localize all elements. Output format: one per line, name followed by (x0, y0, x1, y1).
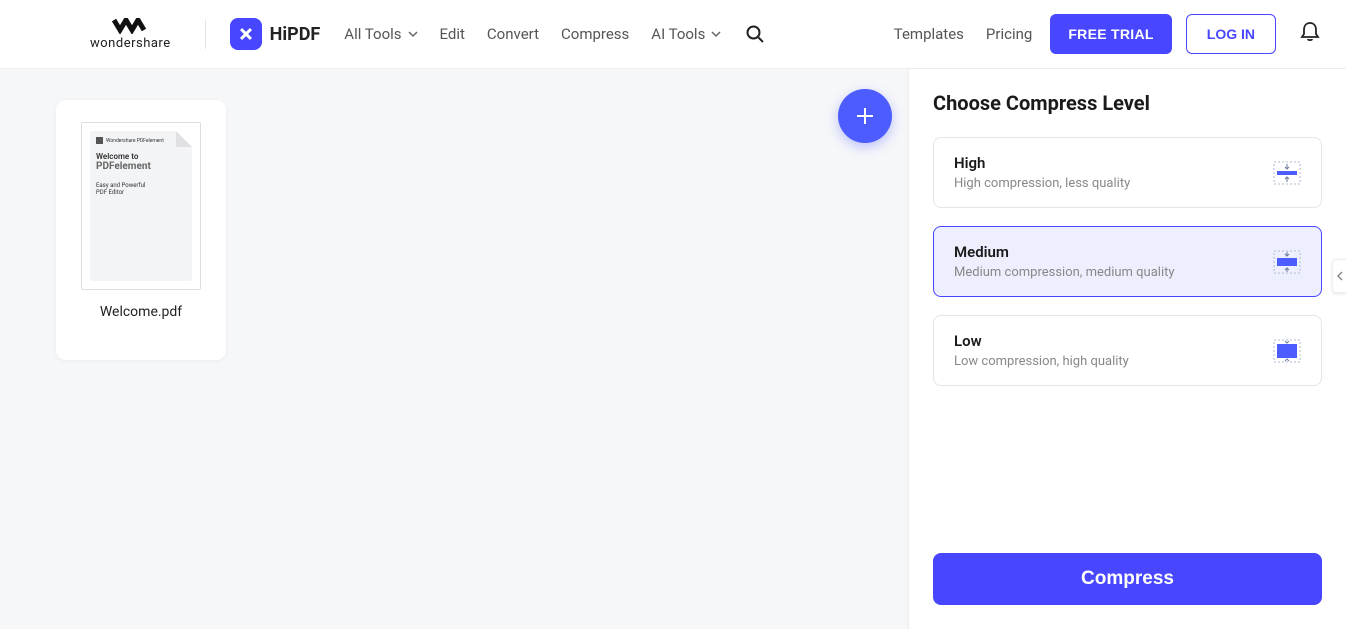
thumb-sub1: Easy and Powerful (96, 182, 186, 189)
workspace: Wondershare PDFelement Welcome to PDFele… (0, 69, 1346, 629)
wondershare-mark-icon (112, 18, 148, 34)
file-card[interactable]: Wondershare PDFelement Welcome to PDFele… (56, 100, 226, 360)
compress-options: High High compression, less quality Medi… (933, 137, 1322, 386)
file-thumbnail: Wondershare PDFelement Welcome to PDFele… (81, 122, 201, 290)
add-file-button[interactable] (838, 89, 892, 143)
collapse-panel-tab[interactable] (1332, 259, 1346, 293)
compress-button[interactable]: Compress (933, 553, 1322, 605)
hipdf-text: HiPDF (270, 24, 321, 45)
chevron-left-icon (1336, 271, 1344, 281)
option-low-desc: Low compression, high quality (954, 354, 1129, 369)
nav-ai-tools[interactable]: AI Tools (647, 19, 725, 49)
wondershare-logo[interactable]: wondershare (90, 18, 171, 51)
nav-pricing[interactable]: Pricing (982, 19, 1036, 49)
hipdf-logo[interactable]: HiPDF (230, 18, 321, 50)
nav-ai-tools-label: AI Tools (651, 25, 705, 43)
thumb-sub2: PDF Editor (96, 189, 186, 196)
wondershare-text: wondershare (90, 36, 171, 51)
login-button[interactable]: LOG IN (1186, 14, 1276, 54)
nav-all-tools-label: All Tools (344, 25, 401, 43)
nav-edit[interactable]: Edit (436, 19, 469, 49)
thumb-line2: PDFelement (96, 161, 186, 172)
option-low-title: Low (954, 332, 1129, 350)
nav-compress-label: Compress (561, 25, 629, 43)
compress-option-low[interactable]: Low Low compression, high quality (933, 315, 1322, 386)
compress-medium-icon (1273, 250, 1301, 274)
divider (205, 19, 206, 49)
thumb-line1: Welcome to (96, 152, 186, 161)
panel-title: Choose Compress Level (933, 91, 1322, 115)
plus-icon (853, 104, 877, 128)
compress-panel: Choose Compress Level High High compress… (908, 69, 1346, 629)
option-high-title: High (954, 154, 1130, 172)
nav-templates-label: Templates (894, 25, 964, 43)
nav-convert-label: Convert (487, 25, 539, 43)
compress-low-icon (1273, 339, 1301, 363)
nav-compress[interactable]: Compress (557, 19, 633, 49)
nav-pricing-label: Pricing (986, 25, 1032, 43)
chevron-down-icon (408, 29, 418, 39)
nav-convert[interactable]: Convert (483, 19, 543, 49)
option-high-desc: High compression, less quality (954, 176, 1130, 191)
compress-high-icon (1273, 161, 1301, 185)
file-name-label: Welcome.pdf (100, 304, 182, 320)
option-medium-desc: Medium compression, medium quality (954, 265, 1175, 280)
option-medium-title: Medium (954, 243, 1175, 261)
thumb-brand-label: Wondershare PDFelement (106, 138, 164, 144)
hipdf-icon (230, 18, 262, 50)
search-button[interactable] (739, 18, 771, 50)
nav-all-tools[interactable]: All Tools (340, 19, 421, 49)
chevron-down-icon (711, 29, 721, 39)
search-icon (745, 24, 765, 44)
notifications-button[interactable] (1294, 15, 1326, 53)
compress-option-medium[interactable]: Medium Medium compression, medium qualit… (933, 226, 1322, 297)
compress-option-high[interactable]: High High compression, less quality (933, 137, 1322, 208)
bell-icon (1300, 21, 1320, 43)
top-nav: wondershare HiPDF All Tools Edit Convert… (0, 0, 1346, 69)
nav-edit-label: Edit (440, 25, 465, 43)
nav-templates[interactable]: Templates (890, 19, 968, 49)
free-trial-button[interactable]: FREE TRIAL (1050, 14, 1171, 54)
